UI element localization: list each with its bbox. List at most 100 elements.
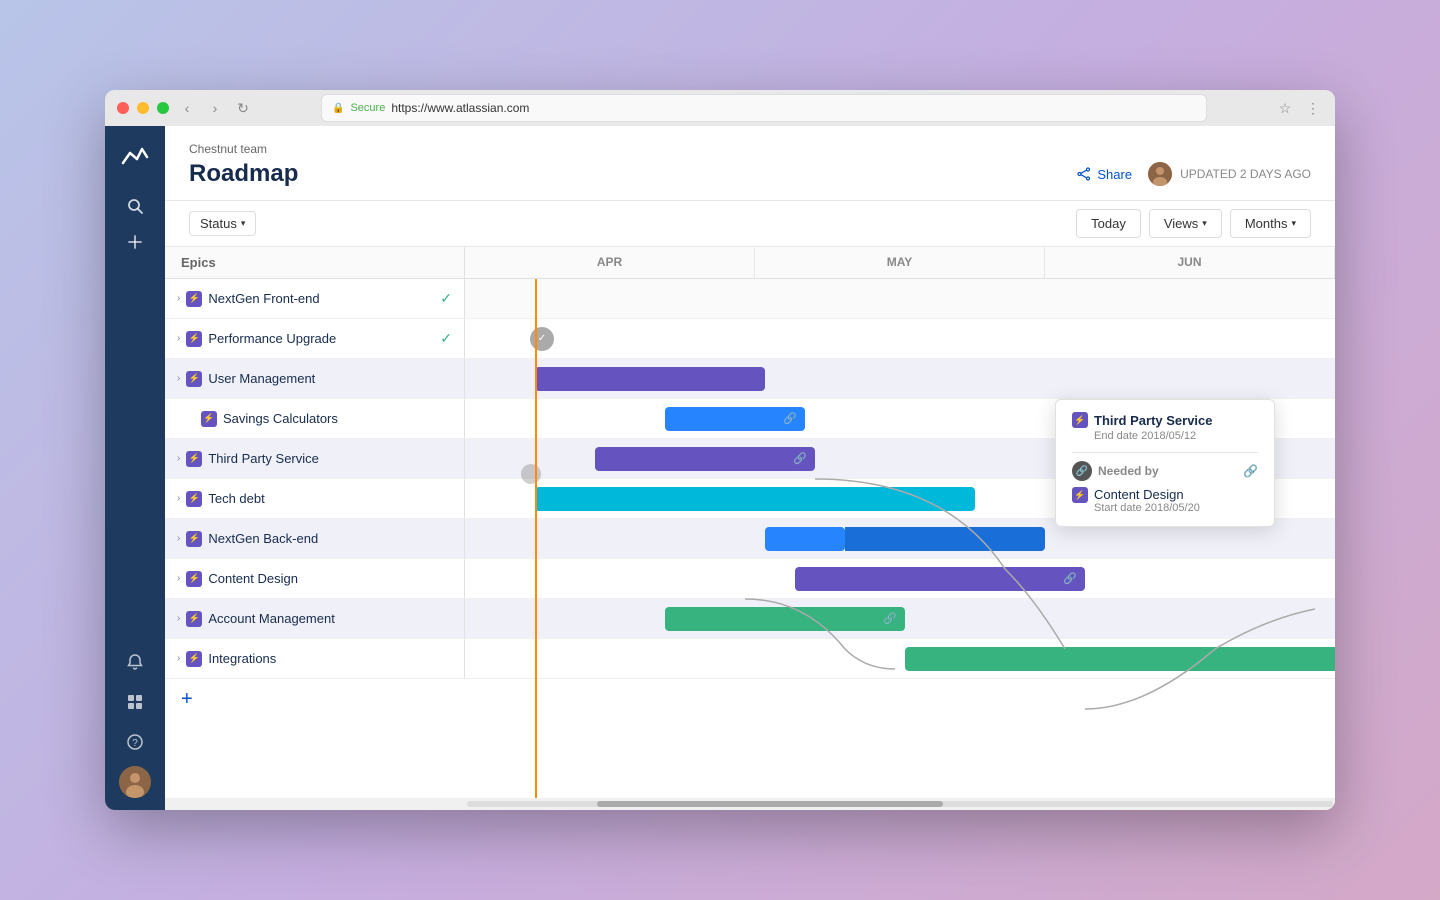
tooltip-section-label: Needed by [1098, 464, 1159, 478]
link-icon: 🔗 [793, 452, 807, 465]
row-title: NextGen Front-end [208, 291, 319, 306]
link-icon: 🔗 [1063, 572, 1077, 585]
epic-icon: ⚡ [186, 491, 202, 507]
user-avatar[interactable] [119, 766, 151, 798]
browser-nav: ‹ › ↻ [177, 98, 253, 118]
scrollbar-thumb[interactable] [597, 801, 943, 807]
check-icon: ✓ [440, 290, 452, 307]
views-label: Views [1164, 216, 1198, 231]
expand-icon[interactable]: › [177, 293, 180, 304]
tooltip-item-info: Content Design Start date 2018/05/20 [1094, 487, 1200, 514]
edit-link-icon[interactable]: 🔗 [1243, 464, 1258, 478]
refresh-button[interactable]: ↻ [233, 98, 253, 118]
address-bar[interactable]: 🔒 Secure https://www.atlassian.com [321, 94, 1207, 122]
tooltip-title: ⚡ Third Party Service [1072, 412, 1258, 428]
add-row[interactable]: + [165, 679, 1335, 719]
row-timeline [465, 359, 1335, 398]
row-label-content-design: › ⚡ Content Design [165, 559, 465, 598]
tooltip-item-title: Content Design [1094, 487, 1200, 502]
share-button[interactable]: Share [1077, 167, 1132, 182]
link-circle-icon: 🔗 [1072, 461, 1092, 481]
gantt-bar[interactable] [535, 367, 765, 391]
maximize-button[interactable] [157, 102, 169, 114]
row-title: Integrations [208, 651, 276, 666]
tooltip-end-date: End date 2018/05/12 [1072, 430, 1258, 442]
page-header: Chestnut team Roadmap Share [165, 126, 1335, 201]
forward-button[interactable]: › [205, 98, 225, 118]
gantt-bar[interactable] [765, 527, 845, 551]
secure-label: Secure [350, 102, 385, 114]
gantt-bar[interactable]: 🔗 [595, 447, 815, 471]
epic-icon: ⚡ [186, 651, 202, 667]
status-filter-button[interactable]: Status ▾ [189, 211, 256, 236]
today-button[interactable]: Today [1076, 209, 1141, 238]
row-title: Savings Calculators [223, 411, 338, 426]
epic-icon: ⚡ [186, 371, 202, 387]
row-label-savings: ⚡ Savings Calculators [165, 399, 465, 438]
row-timeline [465, 279, 1335, 318]
expand-icon[interactable]: › [177, 453, 180, 464]
row-title: Content Design [208, 571, 298, 586]
sidebar-item-add[interactable] [119, 226, 151, 258]
expand-icon[interactable]: › [177, 373, 180, 384]
minimize-button[interactable] [137, 102, 149, 114]
sidebar-item-search[interactable] [119, 190, 151, 222]
back-button[interactable]: ‹ [177, 98, 197, 118]
today-line [535, 279, 537, 798]
row-label-user-mgmt: › ⚡ User Management [165, 359, 465, 398]
expand-icon[interactable]: › [177, 613, 180, 624]
row-label-tech-debt: › ⚡ Tech debt [165, 479, 465, 518]
row-label-nextgen-backend: › ⚡ NextGen Back-end [165, 519, 465, 558]
app-container: ? Chestnut team Roadmap [105, 126, 1335, 810]
expand-icon[interactable]: › [177, 573, 180, 584]
sidebar-item-help[interactable]: ? [119, 726, 151, 758]
url-text: https://www.atlassian.com [391, 101, 529, 115]
completed-indicator: ✓ [530, 327, 554, 351]
gantt-bar[interactable]: 🔗 [665, 407, 805, 431]
close-button[interactable] [117, 102, 129, 114]
sidebar-item-grid[interactable] [119, 686, 151, 718]
gantt-bar[interactable] [535, 487, 975, 511]
expand-icon[interactable]: › [177, 653, 180, 664]
gantt-bar[interactable] [905, 647, 1335, 671]
row-title: Performance Upgrade [208, 331, 336, 346]
svg-text:?: ? [132, 738, 138, 749]
month-may: MAY [755, 247, 1045, 278]
dependency-tooltip: ⚡ Third Party Service End date 2018/05/1… [1055, 399, 1275, 527]
scrollbar-track[interactable] [467, 801, 1333, 807]
tooltip-item-icon: ⚡ [1072, 487, 1088, 503]
row-timeline: 🔗 [465, 599, 1335, 638]
row-title: Third Party Service [208, 451, 319, 466]
tooltip-item-date: Start date 2018/05/20 [1094, 502, 1200, 514]
updated-label: UPDATED 2 DAYS AGO [1180, 167, 1311, 181]
gantt-bar-extension[interactable] [845, 527, 1045, 551]
main-content: Chestnut team Roadmap Share [165, 126, 1335, 810]
gantt-bar[interactable]: 🔗 [665, 607, 905, 631]
expand-icon[interactable]: › [177, 493, 180, 504]
epics-column-header: Epics [165, 247, 465, 278]
updated-info: UPDATED 2 DAYS AGO [1148, 162, 1311, 186]
expand-icon[interactable]: › [177, 533, 180, 544]
views-chevron-icon: ▾ [1202, 218, 1207, 229]
sidebar-item-notifications[interactable] [119, 646, 151, 678]
months-button[interactable]: Months ▾ [1230, 209, 1311, 238]
epic-icon: ⚡ [186, 531, 202, 547]
add-row-btn[interactable]: + [165, 680, 465, 719]
table-row: › ⚡ User Management [165, 359, 1335, 399]
gantt-bar[interactable]: 🔗 [795, 567, 1085, 591]
expand-icon[interactable]: › [177, 333, 180, 344]
toolbar-left: Status ▾ [189, 211, 256, 236]
bookmark-button[interactable]: ☆ [1275, 98, 1295, 118]
today-label: Today [1091, 216, 1126, 231]
gantt-timeline-header: APR MAY JUN [465, 247, 1335, 278]
views-button[interactable]: Views ▾ [1149, 209, 1222, 238]
epic-icon: ⚡ [186, 611, 202, 627]
link-icon: 🔗 [883, 612, 897, 625]
table-row: › ⚡ Account Management 🔗 [165, 599, 1335, 639]
gantt-scrollbar[interactable] [165, 798, 1335, 810]
tooltip-section: 🔗 Needed by 🔗 [1072, 461, 1258, 481]
epic-icon: ⚡ [186, 331, 202, 347]
row-title: Tech debt [208, 491, 264, 506]
menu-button[interactable]: ⋮ [1303, 98, 1323, 118]
row-timeline: ✓ [465, 319, 1335, 358]
